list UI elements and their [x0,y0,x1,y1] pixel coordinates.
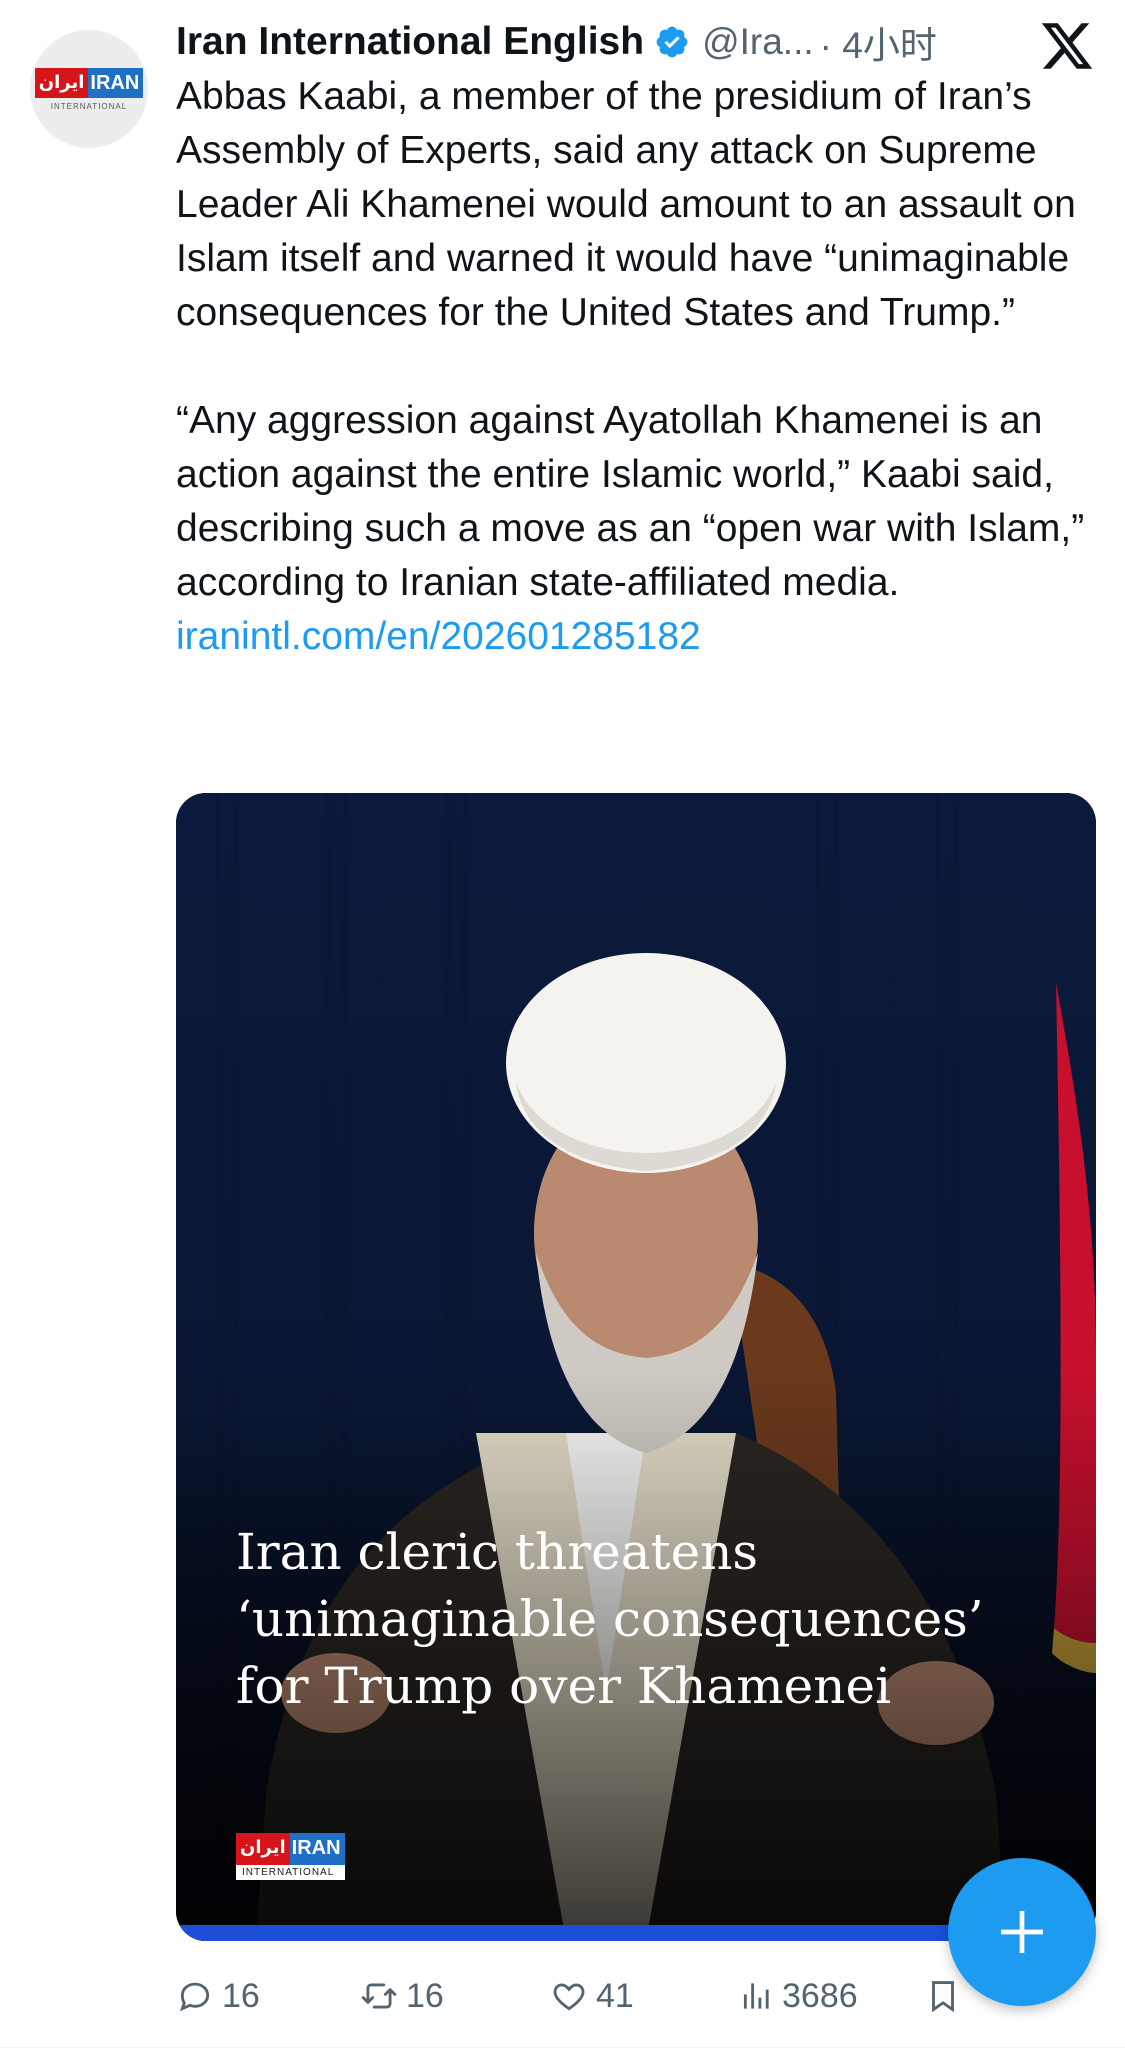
headline-line: for Trump over Khamenei [236,1657,892,1715]
logo-subtitle: INTERNATIONAL [50,101,128,111]
headline-line: Iran cleric threatens [236,1523,759,1581]
verified-badge-icon[interactable] [654,24,690,60]
tweet-media-card[interactable]: Iran cleric threatens ‘unimaginable cons… [176,793,1096,1941]
repost-button[interactable]: 16 [360,1966,444,2026]
cleric-photo [176,793,1096,1941]
bookmark-button[interactable] [924,1966,962,2026]
x-logo-icon [1041,23,1093,69]
reply-bubble-icon [179,1982,210,2012]
logo-farsi-text: ایران [34,67,89,98]
like-count: 41 [596,1976,634,2015]
logo-latin-text: IRAN [88,67,144,98]
logo-farsi-text: ایران [236,1833,290,1865]
author-avatar[interactable]: ایران IRAN INTERNATIONAL [30,30,148,148]
tweet-header: Iran International English @Ira... · 4小时 [176,14,1016,70]
author-handle[interactable]: @Ira... [702,21,814,63]
tweet-actions: 16 16 41 3686 [176,1966,1125,2026]
repost-icon [361,1983,397,2009]
repost-count: 16 [406,1976,444,2015]
divider [0,2047,1125,2048]
iran-international-logo: ایران IRAN [34,67,144,98]
tweet-paragraph: Abbas Kaabi, a member of the presidium o… [176,75,1076,334]
views-count: 3686 [782,1976,858,2015]
reply-button[interactable]: 16 [176,1966,260,2026]
author-name[interactable]: Iran International English [176,20,644,64]
logo-latin-text: IRAN [289,1833,345,1865]
like-button[interactable]: 41 [550,1966,634,2026]
tweet-body: Abbas Kaabi, a member of the presidium o… [176,70,1106,664]
heart-icon [553,1983,585,2011]
tweet-link[interactable]: iranintl.com/en/202601285182 [176,610,1106,664]
views-button[interactable]: 3686 [736,1966,858,2026]
logo-subtitle: INTERNATIONAL [236,1865,345,1880]
reply-count: 16 [222,1976,260,2015]
views-bar-chart-icon [743,1983,769,2009]
bookmark-icon [932,1981,954,2013]
tweet-paragraph: “Any aggression against Ayatollah Khamen… [176,399,1085,604]
plus-icon [1001,1911,1043,1953]
tweet-timestamp[interactable]: · 4小时 [820,15,937,69]
media-logo: ایران IRAN INTERNATIONAL [236,1833,345,1880]
headline-line: ‘unimaginable consequences’ [236,1590,984,1648]
media-headline: Iran cleric threatens ‘unimaginable cons… [236,1519,1076,1720]
